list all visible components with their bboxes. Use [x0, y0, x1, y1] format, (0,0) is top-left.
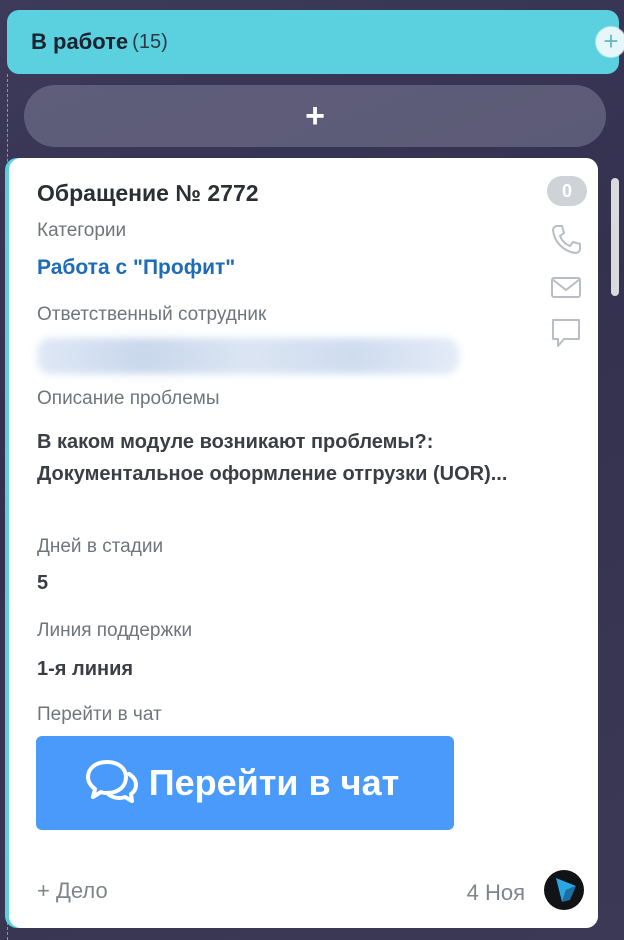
- phone-icon[interactable]: [549, 222, 583, 256]
- support-line-label: Линия поддержки: [37, 620, 193, 641]
- stage-header[interactable]: В работе (15): [7, 10, 619, 74]
- add-deal-button[interactable]: + Дело: [37, 878, 108, 904]
- chat-label: Перейти в чат: [37, 704, 162, 725]
- comments-count-badge[interactable]: 0: [547, 176, 587, 206]
- category-label: Категории: [37, 220, 127, 241]
- category-link[interactable]: Работа с "Профит": [37, 256, 235, 280]
- support-line-value: 1-я линия: [37, 658, 134, 680]
- mail-icon[interactable]: [549, 270, 583, 304]
- card-title[interactable]: Обращение № 2772: [37, 180, 259, 207]
- comment-icon[interactable]: [549, 316, 583, 350]
- chat-bubbles-icon: [85, 758, 139, 809]
- avatar-icon[interactable]: [544, 870, 584, 910]
- deal-card[interactable]: Обращение № 2772 Категории Работа с "Про…: [9, 158, 598, 928]
- days-label: Дней в стадии: [37, 536, 164, 557]
- days-value: 5: [37, 572, 49, 594]
- card-date: 4 Ноя: [466, 880, 525, 905]
- description-label: Описание проблемы: [37, 388, 220, 409]
- quick-add-button[interactable]: +: [24, 85, 606, 147]
- card-scrollbar[interactable]: [611, 178, 619, 296]
- stage-count: (15): [132, 30, 168, 53]
- add-stage-button[interactable]: +: [596, 27, 624, 57]
- responsible-value-blurred[interactable]: [37, 338, 459, 374]
- description-value: В каком модуле возникают проблемы?: Доку…: [37, 431, 508, 485]
- responsible-label: Ответственный сотрудник: [37, 304, 267, 325]
- stage-title: В работе: [31, 29, 129, 54]
- go-to-chat-button[interactable]: Перейти в чат: [36, 736, 454, 830]
- go-to-chat-button-label: Перейти в чат: [148, 762, 400, 803]
